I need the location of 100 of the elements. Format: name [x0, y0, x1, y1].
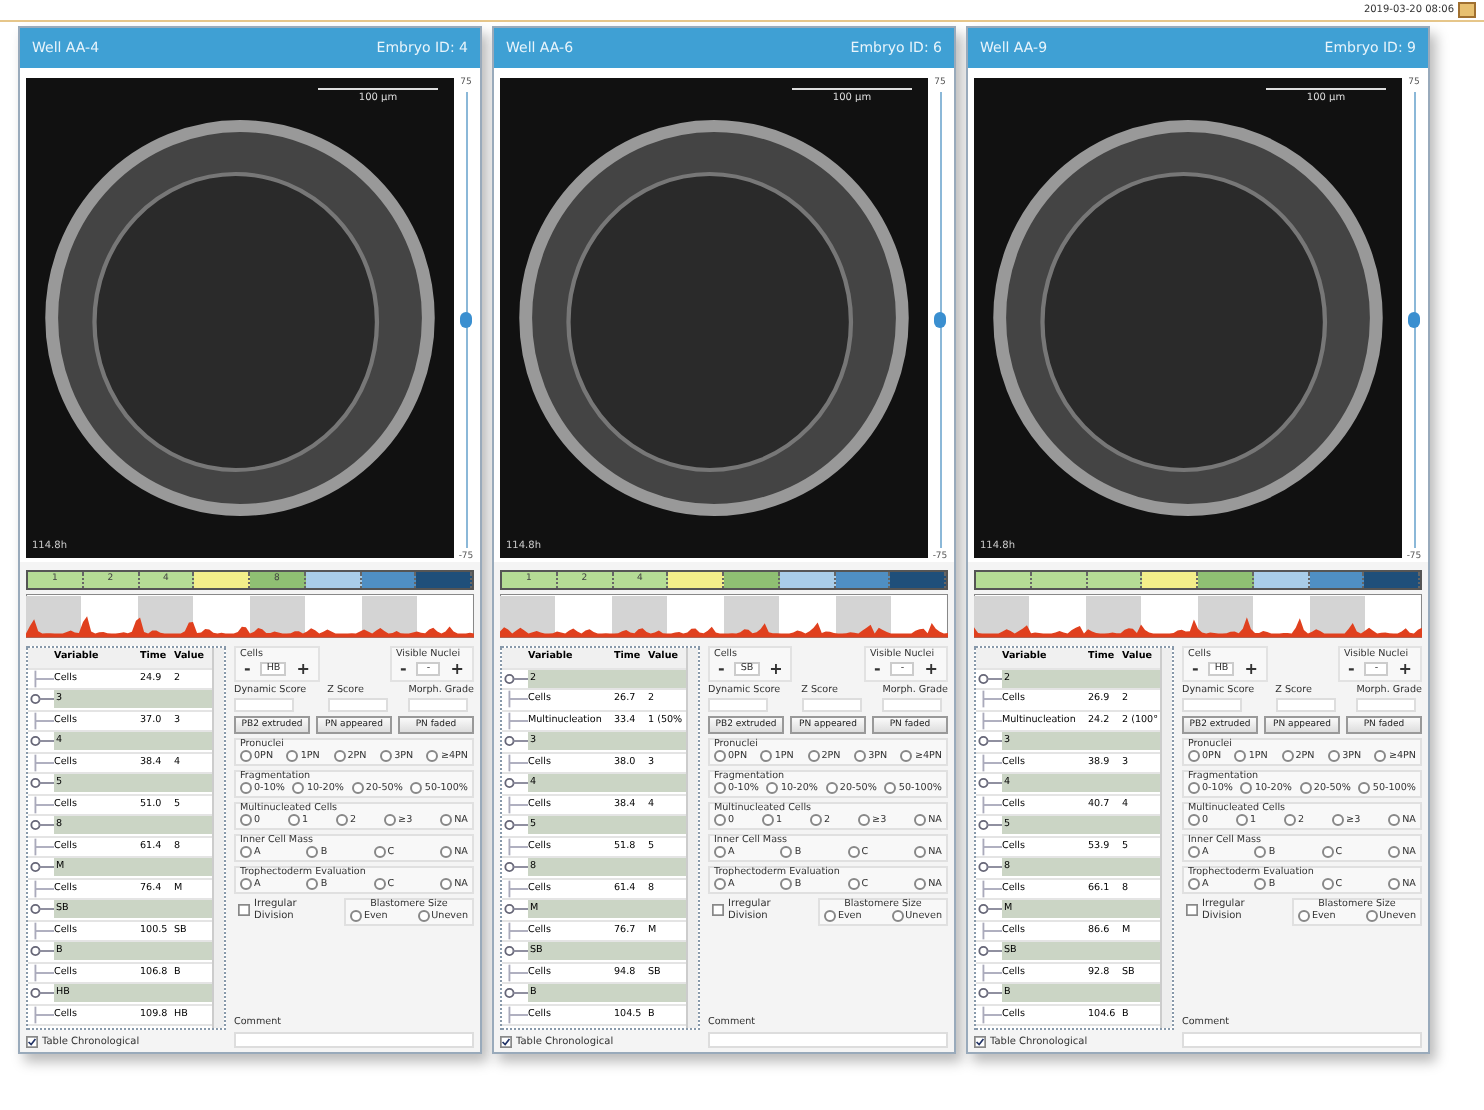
radio-button[interactable] — [240, 814, 252, 826]
radio-button[interactable] — [440, 846, 453, 858]
radio-button[interactable] — [1188, 846, 1200, 859]
score-field[interactable] — [801, 698, 862, 712]
radio-button[interactable] — [384, 814, 397, 826]
expand-icon[interactable] — [976, 774, 1002, 793]
decrement-button[interactable]: - — [1343, 660, 1359, 679]
radio-button[interactable] — [373, 878, 386, 890]
radio-button[interactable] — [914, 814, 927, 826]
score-field[interactable] — [882, 698, 943, 712]
stage-segment[interactable] — [976, 572, 1032, 589]
checkbox[interactable] — [26, 1036, 38, 1048]
radio-button[interactable] — [1188, 782, 1200, 795]
radio-button[interactable] — [914, 878, 927, 890]
radio-button[interactable] — [825, 782, 838, 794]
radio-button[interactable] — [426, 750, 439, 762]
radio-button[interactable] — [1328, 750, 1341, 763]
expand-icon[interactable] — [502, 900, 528, 919]
expand-icon[interactable] — [28, 900, 54, 919]
radio-button[interactable] — [1240, 782, 1253, 795]
expand-icon[interactable] — [502, 669, 528, 688]
radio-button[interactable] — [847, 846, 860, 858]
focus-slider-thumb[interactable] — [460, 312, 472, 329]
radio-button[interactable] — [810, 814, 823, 826]
expand-icon[interactable] — [28, 858, 54, 877]
increment-button[interactable]: + — [1240, 660, 1262, 679]
radio-button[interactable] — [351, 782, 364, 794]
expand-icon[interactable] — [976, 816, 1002, 835]
stage-segment[interactable] — [1198, 572, 1254, 589]
radio-button[interactable] — [240, 750, 252, 762]
radio-button[interactable] — [1388, 814, 1401, 827]
checkbox[interactable] — [1186, 904, 1198, 917]
radio-button[interactable] — [891, 910, 904, 922]
focus-slider-thumb[interactable] — [1408, 312, 1420, 329]
radio-button[interactable] — [714, 814, 726, 826]
radio-button[interactable] — [847, 878, 860, 890]
radio-button[interactable] — [1374, 750, 1387, 763]
decrement-button[interactable]: - — [1188, 660, 1203, 679]
radio-button[interactable] — [714, 846, 726, 858]
score-field[interactable] — [408, 698, 469, 712]
radio-button[interactable] — [1234, 750, 1247, 763]
radio-button[interactable] — [1321, 846, 1334, 859]
radio-button[interactable] — [900, 750, 913, 762]
expand-icon[interactable] — [502, 942, 528, 961]
radio-button[interactable] — [1332, 814, 1345, 827]
radio-button[interactable] — [1236, 814, 1249, 827]
expand-icon[interactable] — [502, 816, 528, 835]
radio-button[interactable] — [854, 750, 867, 762]
stage-segment[interactable] — [779, 572, 835, 589]
expand-icon[interactable] — [28, 732, 54, 751]
checkbox[interactable] — [974, 1036, 986, 1049]
radio-button[interactable] — [823, 910, 836, 922]
radio-button[interactable] — [440, 878, 453, 890]
radio-button[interactable] — [780, 878, 793, 890]
radio-button[interactable] — [760, 750, 773, 762]
score-field[interactable] — [708, 698, 768, 712]
expand-icon[interactable] — [28, 942, 54, 961]
expand-icon[interactable] — [976, 942, 1002, 961]
radio-button[interactable] — [714, 750, 726, 762]
stage-segment[interactable] — [194, 572, 250, 589]
radio-button[interactable] — [1321, 878, 1334, 891]
stage-segment[interactable] — [1142, 572, 1198, 589]
increment-button[interactable]: + — [292, 660, 314, 678]
checkbox[interactable] — [238, 904, 250, 916]
radio-button[interactable] — [288, 814, 301, 826]
stage-segment[interactable] — [1031, 572, 1087, 589]
radio-button[interactable] — [306, 878, 319, 890]
stage-segment[interactable] — [668, 572, 724, 589]
expand-icon[interactable] — [28, 984, 54, 1003]
radio-button[interactable] — [336, 814, 349, 826]
radio-button[interactable] — [884, 782, 897, 794]
stage-segment[interactable] — [305, 572, 361, 589]
radio-button[interactable] — [766, 782, 779, 794]
focus-slider-thumb[interactable] — [934, 312, 946, 329]
expand-icon[interactable] — [502, 774, 528, 793]
decrement-button[interactable]: - — [240, 660, 255, 678]
score-field[interactable] — [1356, 698, 1417, 713]
radio-button[interactable] — [914, 846, 927, 858]
scrollbar[interactable] — [686, 648, 698, 1028]
radio-button[interactable] — [1281, 750, 1294, 763]
radio-button[interactable] — [714, 878, 726, 890]
score-field[interactable] — [327, 698, 388, 712]
score-field[interactable] — [1275, 698, 1336, 713]
expand-icon[interactable] — [28, 690, 54, 709]
radio-button[interactable] — [1388, 878, 1401, 891]
radio-button[interactable] — [1254, 878, 1267, 891]
scrollbar[interactable] — [1160, 648, 1172, 1029]
increment-button[interactable]: + — [765, 660, 787, 678]
radio-button[interactable] — [373, 846, 386, 858]
comment-field[interactable] — [708, 1032, 948, 1048]
radio-button[interactable] — [1297, 910, 1310, 923]
increment-button[interactable]: + — [1394, 660, 1416, 679]
expand-icon[interactable] — [976, 669, 1002, 688]
increment-button[interactable]: + — [920, 660, 942, 678]
radio-button[interactable] — [762, 814, 775, 826]
radio-button[interactable] — [1188, 814, 1200, 827]
comment-field[interactable] — [1182, 1032, 1422, 1049]
stage-segment[interactable] — [724, 572, 780, 589]
radio-button[interactable] — [714, 782, 726, 794]
expand-icon[interactable] — [976, 732, 1002, 751]
